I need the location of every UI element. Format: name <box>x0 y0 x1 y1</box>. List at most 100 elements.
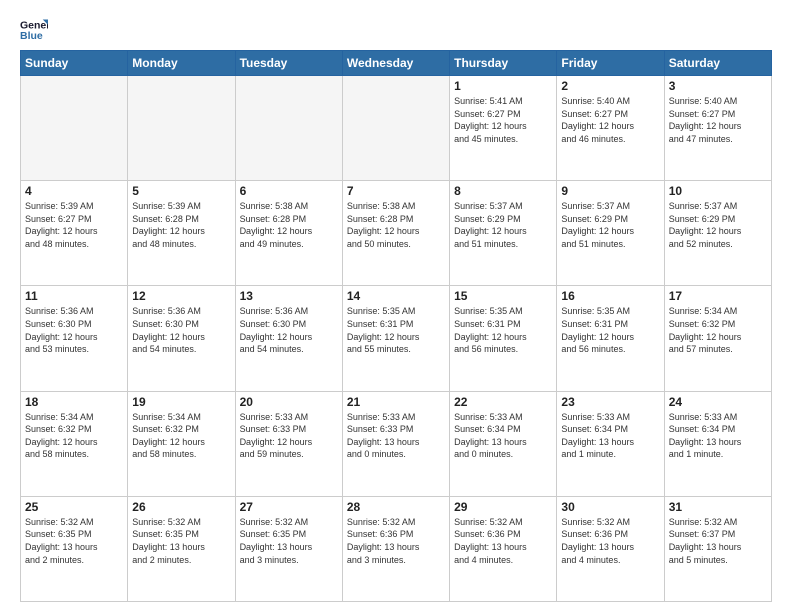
day-info: Sunrise: 5:35 AM Sunset: 6:31 PM Dayligh… <box>561 305 659 355</box>
day-info: Sunrise: 5:38 AM Sunset: 6:28 PM Dayligh… <box>240 200 338 250</box>
calendar-cell: 27 Sunrise: 5:32 AM Sunset: 6:35 PM Dayli… <box>235 496 342 601</box>
calendar-cell: 6 Sunrise: 5:38 AM Sunset: 6:28 PM Daylig… <box>235 181 342 286</box>
calendar-cell <box>21 76 128 181</box>
col-header-sunday: Sunday <box>21 51 128 76</box>
day-number: 28 <box>347 500 445 514</box>
day-info: Sunrise: 5:32 AM Sunset: 6:36 PM Dayligh… <box>347 516 445 566</box>
svg-text:Blue: Blue <box>20 30 43 42</box>
calendar-cell: 30 Sunrise: 5:32 AM Sunset: 6:36 PM Dayli… <box>557 496 664 601</box>
day-info: Sunrise: 5:37 AM Sunset: 6:29 PM Dayligh… <box>561 200 659 250</box>
day-info: Sunrise: 5:40 AM Sunset: 6:27 PM Dayligh… <box>669 95 767 145</box>
day-info: Sunrise: 5:39 AM Sunset: 6:28 PM Dayligh… <box>132 200 230 250</box>
calendar-cell: 31Sunrise: 5:32 AM Sunset: 6:37 PM Dayli… <box>664 496 771 601</box>
calendar-cell <box>128 76 235 181</box>
week-row-2: 4 Sunrise: 5:39 AM Sunset: 6:27 PM Daylig… <box>21 181 772 286</box>
day-info: Sunrise: 5:32 AM Sunset: 6:36 PM Dayligh… <box>454 516 552 566</box>
day-number: 6 <box>240 184 338 198</box>
calendar-cell: 12 Sunrise: 5:36 AM Sunset: 6:30 PM Dayli… <box>128 286 235 391</box>
col-header-wednesday: Wednesday <box>342 51 449 76</box>
calendar-cell: 29 Sunrise: 5:32 AM Sunset: 6:36 PM Dayli… <box>450 496 557 601</box>
day-info: Sunrise: 5:34 AM Sunset: 6:32 PM Dayligh… <box>132 411 230 461</box>
calendar-cell: 23 Sunrise: 5:33 AM Sunset: 6:34 PM Dayli… <box>557 391 664 496</box>
calendar-cell: 13Sunrise: 5:36 AM Sunset: 6:30 PM Dayli… <box>235 286 342 391</box>
day-number: 22 <box>454 395 552 409</box>
calendar-cell: 1Sunrise: 5:41 AM Sunset: 6:27 PM Daylig… <box>450 76 557 181</box>
day-number: 12 <box>132 289 230 303</box>
day-number: 14 <box>347 289 445 303</box>
calendar-cell: 2 Sunrise: 5:40 AM Sunset: 6:27 PM Daylig… <box>557 76 664 181</box>
day-number: 21 <box>347 395 445 409</box>
day-number: 3 <box>669 79 767 93</box>
calendar-cell: 11 Sunrise: 5:36 AM Sunset: 6:30 PM Dayli… <box>21 286 128 391</box>
col-header-friday: Friday <box>557 51 664 76</box>
day-number: 25 <box>25 500 123 514</box>
calendar-cell: 3 Sunrise: 5:40 AM Sunset: 6:27 PM Daylig… <box>664 76 771 181</box>
day-info: Sunrise: 5:33 AM Sunset: 6:33 PM Dayligh… <box>347 411 445 461</box>
day-info: Sunrise: 5:41 AM Sunset: 6:27 PM Dayligh… <box>454 95 552 145</box>
day-number: 29 <box>454 500 552 514</box>
day-number: 17 <box>669 289 767 303</box>
calendar-cell: 22 Sunrise: 5:33 AM Sunset: 6:34 PM Dayli… <box>450 391 557 496</box>
day-info: Sunrise: 5:36 AM Sunset: 6:30 PM Dayligh… <box>132 305 230 355</box>
day-number: 2 <box>561 79 659 93</box>
day-number: 20 <box>240 395 338 409</box>
calendar-cell: 14Sunrise: 5:35 AM Sunset: 6:31 PM Dayli… <box>342 286 449 391</box>
day-number: 27 <box>240 500 338 514</box>
day-info: Sunrise: 5:38 AM Sunset: 6:28 PM Dayligh… <box>347 200 445 250</box>
col-header-tuesday: Tuesday <box>235 51 342 76</box>
day-number: 16 <box>561 289 659 303</box>
day-number: 11 <box>25 289 123 303</box>
day-info: Sunrise: 5:39 AM Sunset: 6:27 PM Dayligh… <box>25 200 123 250</box>
calendar-cell: 18 Sunrise: 5:34 AM Sunset: 6:32 PM Dayli… <box>21 391 128 496</box>
calendar-cell: 25 Sunrise: 5:32 AM Sunset: 6:35 PM Dayli… <box>21 496 128 601</box>
calendar-cell: 7 Sunrise: 5:38 AM Sunset: 6:28 PM Daylig… <box>342 181 449 286</box>
day-number: 4 <box>25 184 123 198</box>
day-info: Sunrise: 5:34 AM Sunset: 6:32 PM Dayligh… <box>25 411 123 461</box>
calendar-cell: 17Sunrise: 5:34 AM Sunset: 6:32 PM Dayli… <box>664 286 771 391</box>
logo-icon: General Blue <box>20 16 48 44</box>
calendar-cell: 28 Sunrise: 5:32 AM Sunset: 6:36 PM Dayli… <box>342 496 449 601</box>
day-info: Sunrise: 5:32 AM Sunset: 6:35 PM Dayligh… <box>25 516 123 566</box>
week-row-5: 25 Sunrise: 5:32 AM Sunset: 6:35 PM Dayli… <box>21 496 772 601</box>
week-row-3: 11 Sunrise: 5:36 AM Sunset: 6:30 PM Dayli… <box>21 286 772 391</box>
day-number: 30 <box>561 500 659 514</box>
calendar-cell: 8 Sunrise: 5:37 AM Sunset: 6:29 PM Daylig… <box>450 181 557 286</box>
day-info: Sunrise: 5:33 AM Sunset: 6:34 PM Dayligh… <box>669 411 767 461</box>
day-info: Sunrise: 5:35 AM Sunset: 6:31 PM Dayligh… <box>454 305 552 355</box>
day-number: 9 <box>561 184 659 198</box>
day-number: 19 <box>132 395 230 409</box>
day-info: Sunrise: 5:33 AM Sunset: 6:34 PM Dayligh… <box>561 411 659 461</box>
calendar-header-row: SundayMondayTuesdayWednesdayThursdayFrid… <box>21 51 772 76</box>
calendar-cell: 21 Sunrise: 5:33 AM Sunset: 6:33 PM Dayli… <box>342 391 449 496</box>
day-number: 7 <box>347 184 445 198</box>
day-number: 18 <box>25 395 123 409</box>
week-row-1: 1Sunrise: 5:41 AM Sunset: 6:27 PM Daylig… <box>21 76 772 181</box>
calendar-cell <box>342 76 449 181</box>
calendar-cell: 4 Sunrise: 5:39 AM Sunset: 6:27 PM Daylig… <box>21 181 128 286</box>
calendar-cell: 9 Sunrise: 5:37 AM Sunset: 6:29 PM Daylig… <box>557 181 664 286</box>
calendar-cell: 26Sunrise: 5:32 AM Sunset: 6:35 PM Dayli… <box>128 496 235 601</box>
day-info: Sunrise: 5:36 AM Sunset: 6:30 PM Dayligh… <box>240 305 338 355</box>
logo: General Blue <box>20 16 52 44</box>
calendar-cell: 24Sunrise: 5:33 AM Sunset: 6:34 PM Dayli… <box>664 391 771 496</box>
calendar-cell: 19 Sunrise: 5:34 AM Sunset: 6:32 PM Dayli… <box>128 391 235 496</box>
day-number: 23 <box>561 395 659 409</box>
header: General Blue <box>20 16 772 44</box>
day-info: Sunrise: 5:32 AM Sunset: 6:36 PM Dayligh… <box>561 516 659 566</box>
day-info: Sunrise: 5:40 AM Sunset: 6:27 PM Dayligh… <box>561 95 659 145</box>
page: General Blue SundayMondayTuesdayWednesda… <box>0 0 792 612</box>
day-info: Sunrise: 5:33 AM Sunset: 6:34 PM Dayligh… <box>454 411 552 461</box>
col-header-monday: Monday <box>128 51 235 76</box>
day-info: Sunrise: 5:36 AM Sunset: 6:30 PM Dayligh… <box>25 305 123 355</box>
calendar-cell: 10Sunrise: 5:37 AM Sunset: 6:29 PM Dayli… <box>664 181 771 286</box>
week-row-4: 18 Sunrise: 5:34 AM Sunset: 6:32 PM Dayli… <box>21 391 772 496</box>
day-number: 8 <box>454 184 552 198</box>
day-info: Sunrise: 5:32 AM Sunset: 6:35 PM Dayligh… <box>240 516 338 566</box>
day-info: Sunrise: 5:32 AM Sunset: 6:35 PM Dayligh… <box>132 516 230 566</box>
calendar-cell: 20 Sunrise: 5:33 AM Sunset: 6:33 PM Dayli… <box>235 391 342 496</box>
day-number: 31 <box>669 500 767 514</box>
day-info: Sunrise: 5:37 AM Sunset: 6:29 PM Dayligh… <box>454 200 552 250</box>
day-number: 5 <box>132 184 230 198</box>
day-number: 10 <box>669 184 767 198</box>
day-info: Sunrise: 5:33 AM Sunset: 6:33 PM Dayligh… <box>240 411 338 461</box>
